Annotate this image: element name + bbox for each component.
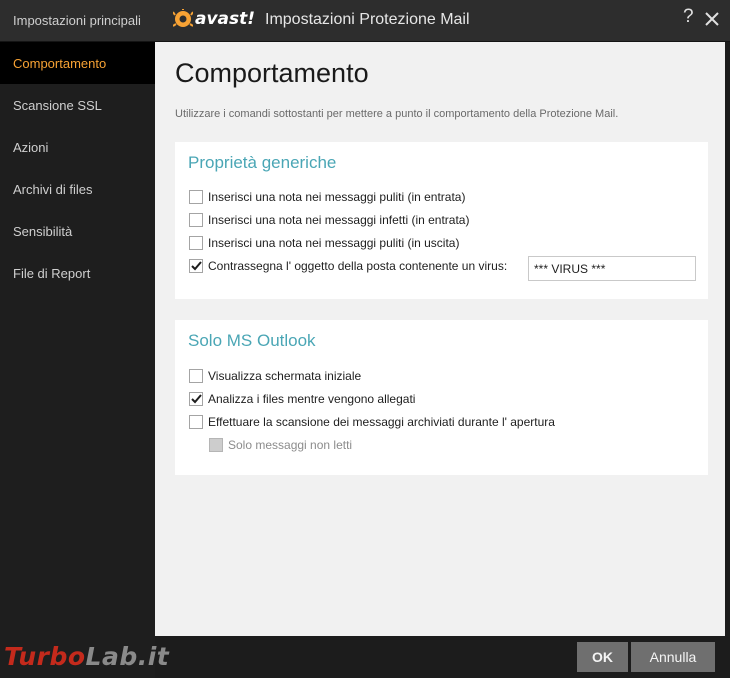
option-label: Visualizza schermata iniziale [208, 369, 362, 383]
option-label: Analizza i files mentre vengono allegati [208, 392, 416, 406]
window-title: Impostazioni Protezione Mail [265, 11, 470, 28]
watermark-logo: TurboLab.it [4, 642, 170, 671]
main-content: Comportamento Utilizzare i comandi sotto… [155, 42, 725, 636]
sidebar-item-label: File di Report [13, 265, 91, 281]
avast-ball-icon [173, 9, 193, 27]
close-button[interactable] [704, 6, 720, 32]
checkmark-icon [190, 394, 202, 404]
page-title: Comportamento [175, 58, 369, 88]
title-bar: avast! Impostazioni Protezione Mail ? [155, 0, 730, 42]
sidebar-item-label: Comportamento [13, 55, 107, 71]
cancel-button[interactable]: Annulla [631, 642, 715, 672]
checkbox-checked[interactable] [189, 392, 203, 406]
checkbox[interactable] [189, 190, 203, 204]
option-unread-only[interactable]: Solo messaggi non letti [209, 438, 352, 452]
panel-title: Solo MS Outlook [188, 331, 316, 350]
checkbox[interactable] [189, 236, 203, 250]
checkbox-disabled[interactable] [209, 438, 223, 452]
option-label: Solo messaggi non letti [228, 438, 353, 452]
avast-logo: avast! [173, 9, 255, 29]
option-label: Effettuare la scansione dei messaggi arc… [208, 415, 555, 429]
sidebar-item-label: Sensibilità [13, 223, 73, 239]
panel-generic-properties: Proprietà generiche Inserisci una nota n… [175, 142, 708, 299]
option-note-clean-incoming[interactable]: Inserisci una nota nei messaggi puliti (… [189, 190, 465, 204]
sidebar-item-behavior[interactable]: Comportamento [0, 42, 155, 84]
option-scan-attachments[interactable]: Analizza i files mentre vengono allegati [189, 392, 415, 406]
close-icon [705, 12, 719, 26]
sidebar-item-report-file[interactable]: File di Report [0, 252, 155, 294]
option-scan-archived[interactable]: Effettuare la scansione dei messaggi arc… [189, 415, 555, 429]
checkbox[interactable] [189, 213, 203, 227]
sidebar-item-main-settings[interactable]: Impostazioni principali [0, 0, 155, 42]
panel-title: Proprietà generiche [188, 153, 337, 172]
option-note-infected-incoming[interactable]: Inserisci una nota nei messaggi infetti … [189, 213, 469, 227]
checkbox[interactable] [189, 369, 203, 383]
option-label: Contrassegna l' oggetto della posta cont… [208, 259, 508, 273]
option-mark-virus-subject[interactable]: Contrassegna l' oggetto della posta cont… [189, 259, 507, 273]
sidebar-item-label: Azioni [13, 139, 49, 155]
panel-ms-outlook: Solo MS Outlook Visualizza schermata ini… [175, 320, 708, 475]
checkbox-checked[interactable] [189, 259, 203, 273]
sidebar: Impostazioni principali Comportamento Sc… [0, 0, 155, 678]
option-label: Inserisci una nota nei messaggi puliti (… [208, 236, 460, 250]
sidebar-item-label: Impostazioni principali [13, 13, 141, 28]
sidebar-item-actions[interactable]: Azioni [0, 126, 155, 168]
sidebar-item-archives[interactable]: Archivi di files [0, 168, 155, 210]
sidebar-item-sensitivity[interactable]: Sensibilità [0, 210, 155, 252]
page-description: Utilizzare i comandi sottostanti per met… [175, 108, 619, 120]
help-button[interactable]: ? [683, 6, 694, 28]
checkbox[interactable] [189, 415, 203, 429]
option-show-splash[interactable]: Visualizza schermata iniziale [189, 369, 361, 383]
option-note-clean-outgoing[interactable]: Inserisci una nota nei messaggi puliti (… [189, 236, 459, 250]
option-label: Inserisci una nota nei messaggi infetti … [208, 213, 470, 227]
virus-subject-tag-input[interactable] [528, 256, 696, 281]
brand-name: avast! [195, 9, 256, 29]
ok-button[interactable]: OK [577, 642, 628, 672]
checkmark-icon [190, 261, 202, 271]
sidebar-item-ssl-scan[interactable]: Scansione SSL [0, 84, 155, 126]
option-label: Inserisci una nota nei messaggi puliti (… [208, 190, 466, 204]
sidebar-item-label: Scansione SSL [13, 97, 102, 113]
sidebar-item-label: Archivi di files [13, 181, 93, 197]
